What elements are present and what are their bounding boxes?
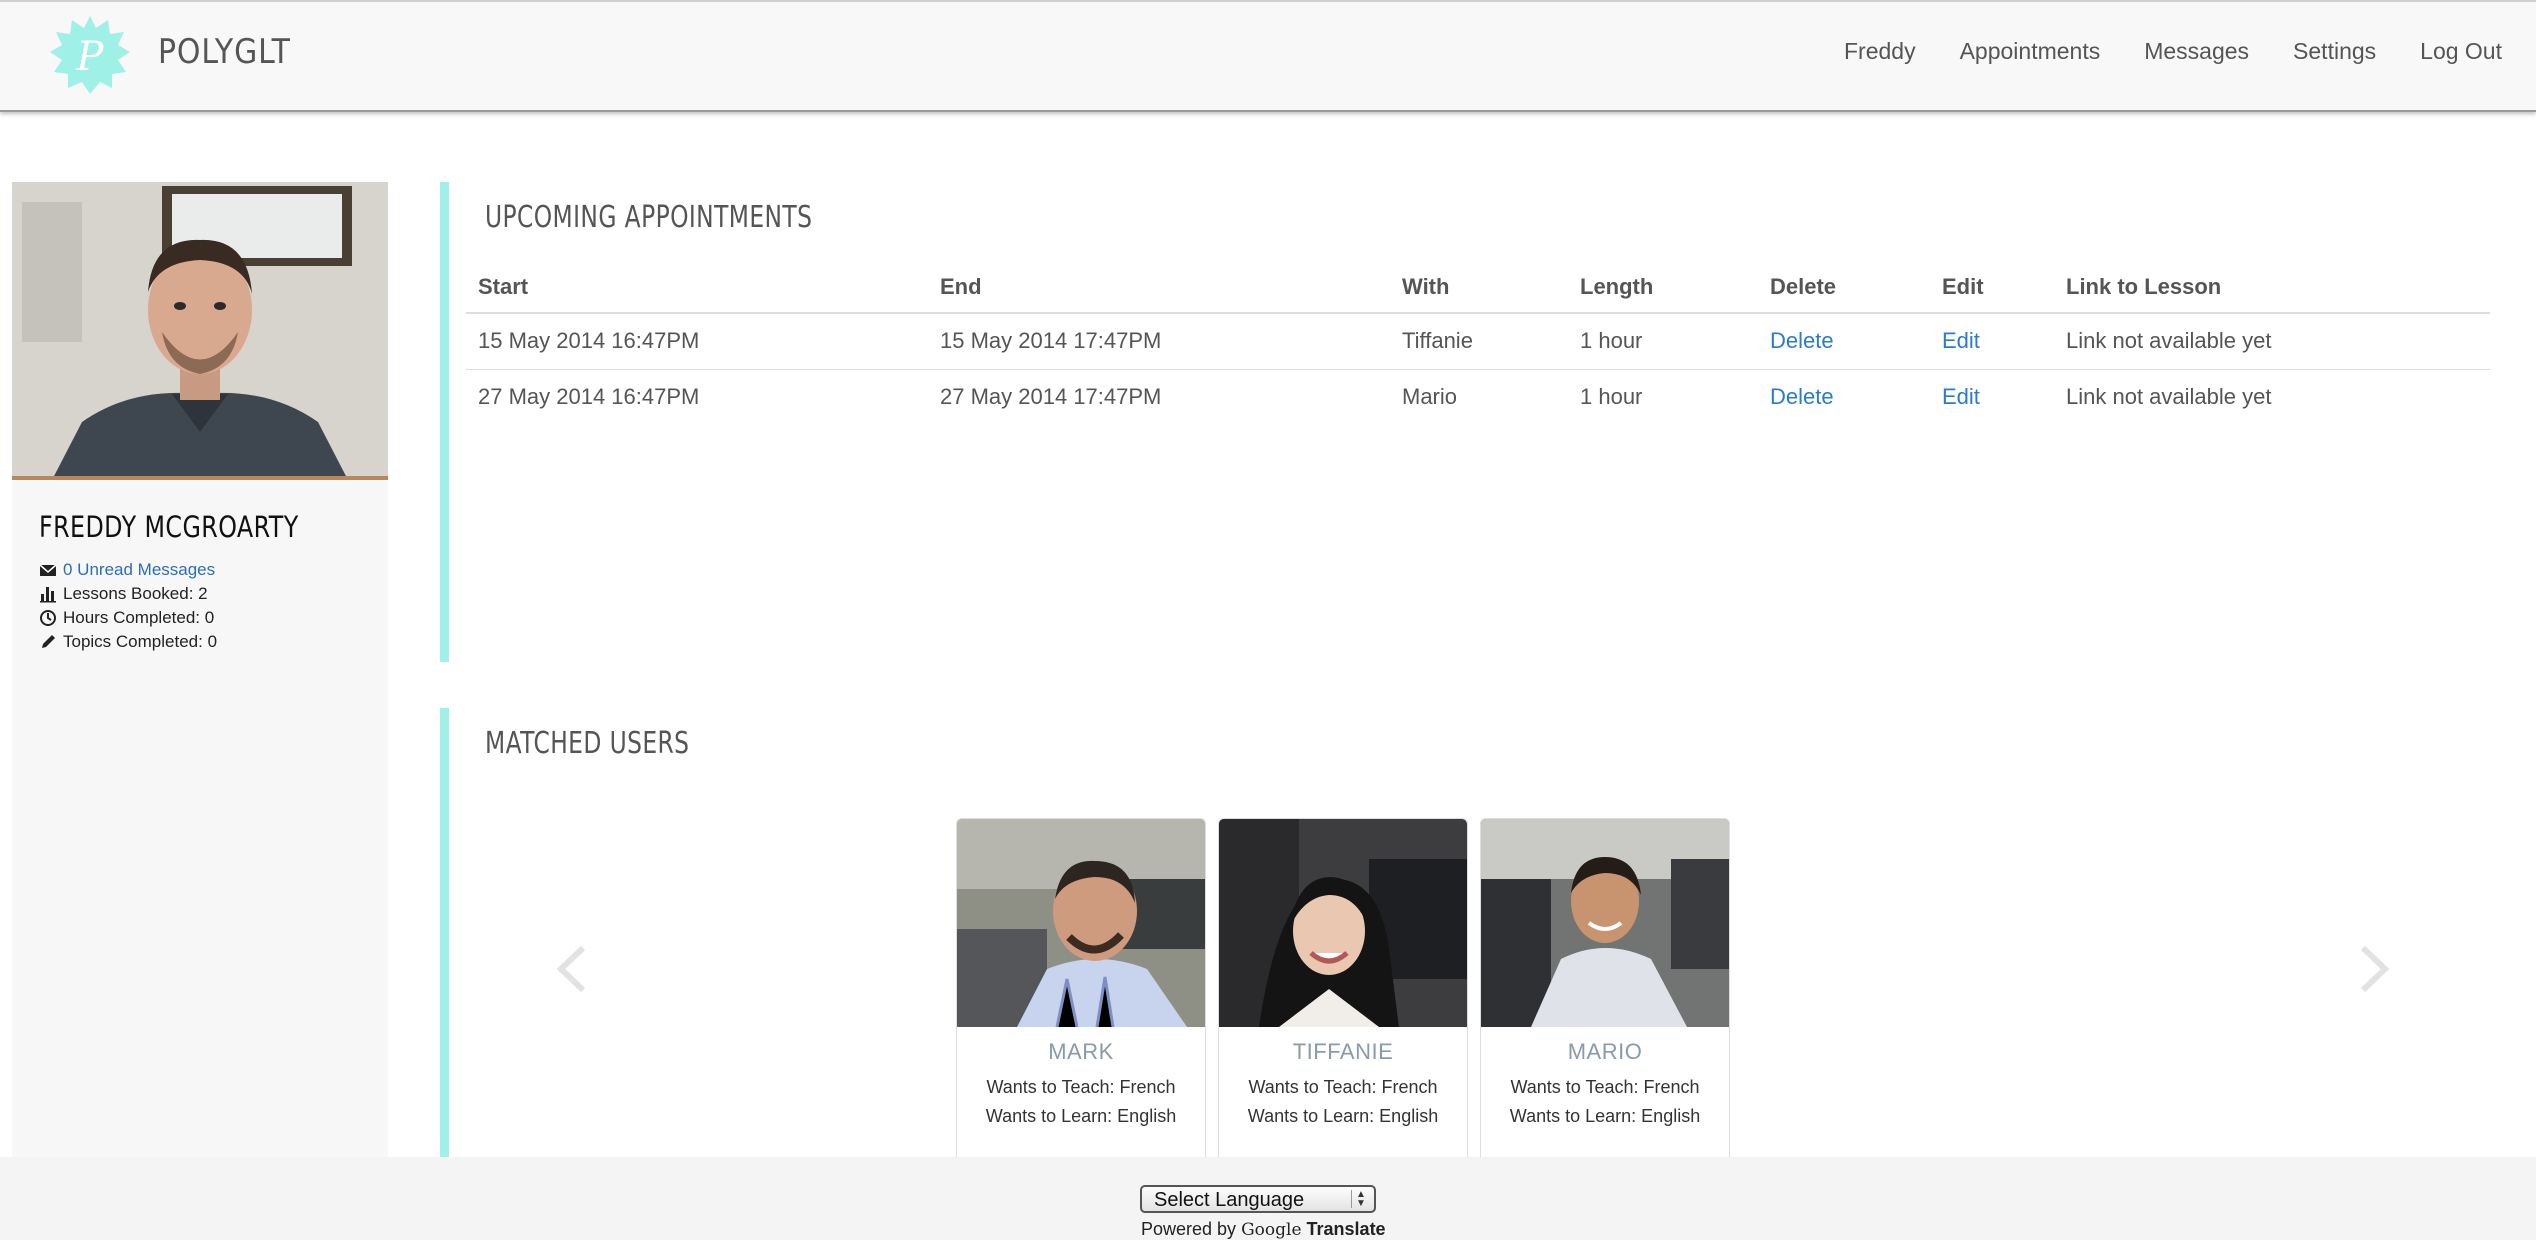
delete-link[interactable]: Delete bbox=[1770, 328, 1834, 353]
footer: Select Language ▲ ▼ Powered by Google Tra… bbox=[0, 1157, 2536, 1240]
polyglt-logo-icon[interactable]: P bbox=[48, 14, 132, 98]
user-name: MARIO bbox=[1567, 1039, 1643, 1064]
profile-sidebar: FREDDY MCGROARTY 0 Unread Messages Lesso… bbox=[12, 182, 388, 1157]
profile-name: FREDDY MCGROARTY bbox=[39, 510, 299, 544]
cell-edit: Edit bbox=[1930, 370, 2054, 426]
nav-item-messages[interactable]: Messages bbox=[2144, 38, 2249, 65]
cell-start: 27 May 2014 16:47PM bbox=[478, 384, 700, 409]
user-card-mario[interactable]: MARIO Wants to Teach: French Wants to Le… bbox=[1480, 818, 1730, 1160]
cell-with: Tiffanie bbox=[1390, 313, 1568, 370]
col-link: Link to Lesson bbox=[2054, 264, 2490, 314]
wants-to-teach: Wants to Teach: French bbox=[1510, 1077, 1700, 1097]
col-delete: Delete bbox=[1758, 264, 1930, 314]
cell-delete: Delete bbox=[1758, 370, 1930, 426]
user-photo bbox=[957, 819, 1205, 1027]
cell-link: Link not available yet bbox=[2066, 384, 2272, 409]
cell-start: 15 May 2014 16:47PM bbox=[466, 313, 928, 370]
topics-completed: Topics Completed: 0 bbox=[63, 632, 218, 651]
user-photo bbox=[1219, 819, 1467, 1027]
select-arrows-icon: ▲ ▼ bbox=[1351, 1190, 1370, 1209]
edit-link[interactable]: Edit bbox=[1942, 384, 1980, 409]
hours-completed: Hours Completed: 0 bbox=[63, 608, 215, 627]
table-row: 15 May 2014 16:47PM 15 May 2014 17:47PM … bbox=[466, 313, 2490, 370]
top-navbar: P POLYGLT Freddy Appointments Messages S… bbox=[0, 0, 2536, 112]
language-select-value: Select Language bbox=[1154, 1189, 1305, 1211]
pencil-icon bbox=[42, 635, 55, 648]
cell-end: 27 May 2014 17:47PM bbox=[940, 384, 1162, 409]
unread-messages-link[interactable]: 0 Unread Messages bbox=[63, 558, 215, 582]
user-card-tiffanie[interactable]: TIFFANIE Wants to Teach: French Wants to… bbox=[1218, 818, 1468, 1160]
wants-to-teach: Wants to Teach: French bbox=[1248, 1077, 1438, 1097]
table-header-row: Start End With Length Delete Edit Link t… bbox=[466, 264, 2490, 314]
cell-with: Mario bbox=[1402, 384, 1458, 409]
col-start: Start bbox=[466, 264, 928, 314]
wants-to-learn: Wants to Learn: English bbox=[1247, 1106, 1439, 1126]
nav-item-freddy[interactable]: Freddy bbox=[1844, 38, 1916, 65]
cell-edit: Edit bbox=[1930, 313, 2054, 370]
appointments-panel: UPCOMING APPOINTMENTS Start End With Len… bbox=[440, 182, 2499, 662]
col-length: Length bbox=[1568, 264, 1758, 314]
user-name: MARK bbox=[1048, 1039, 1114, 1064]
powered-by-label: Powered by bbox=[1141, 1219, 1237, 1239]
nav-item-settings[interactable]: Settings bbox=[2293, 38, 2376, 65]
translate-link[interactable]: Translate bbox=[1307, 1219, 1386, 1239]
wants-to-learn: Wants to Learn: English bbox=[985, 1106, 1177, 1126]
delete-link[interactable]: Delete bbox=[1770, 384, 1834, 409]
user-card-mark[interactable]: MARK Wants to Teach: French Wants to Lea… bbox=[956, 818, 1206, 1160]
user-photo bbox=[1481, 819, 1729, 1027]
cell-end: 15 May 2014 17:47PM bbox=[928, 313, 1390, 370]
profile-stats: 0 Unread Messages Lessons Booked: 2 Hour… bbox=[39, 558, 217, 654]
table-row: 27 May 2014 16:47PM 27 May 2014 17:47PM … bbox=[466, 370, 2490, 426]
matched-users-carousel: MARK Wants to Teach: French Wants to Lea… bbox=[956, 818, 1730, 1160]
language-select[interactable]: Select Language ▲ ▼ bbox=[1140, 1185, 1376, 1213]
profile-avatar bbox=[12, 182, 388, 480]
wants-to-teach: Wants to Teach: French bbox=[986, 1077, 1176, 1097]
main-nav: Freddy Appointments Messages Settings Lo… bbox=[1800, 38, 2502, 65]
appointments-table: Start End With Length Delete Edit Link t… bbox=[466, 264, 2490, 425]
cell-length: 1 hour bbox=[1568, 313, 1758, 370]
powered-by-google-translate: Powered by Google Translate bbox=[1141, 1219, 1386, 1240]
svg-text:P: P bbox=[76, 34, 105, 80]
carousel-prev-icon[interactable] bbox=[555, 944, 589, 994]
cell-delete: Delete bbox=[1758, 313, 1930, 370]
matched-users-title: MATCHED USERS bbox=[485, 726, 690, 761]
carousel-next-icon[interactable] bbox=[2357, 944, 2391, 994]
col-with: With bbox=[1390, 264, 1568, 314]
nav-item-appointments[interactable]: Appointments bbox=[1960, 38, 2101, 65]
matched-users-panel: MATCHED USERS MARK Wants to Teach: Frenc… bbox=[440, 708, 2499, 1160]
envelope-icon bbox=[39, 564, 57, 576]
cell-link: Link not available yet bbox=[2054, 313, 2490, 370]
appointments-title: UPCOMING APPOINTMENTS bbox=[485, 200, 813, 235]
nav-item-logout[interactable]: Log Out bbox=[2420, 38, 2502, 65]
cell-length: 1 hour bbox=[1580, 384, 1643, 409]
google-logo: Google bbox=[1241, 1220, 1302, 1240]
clock-icon bbox=[40, 610, 56, 626]
user-name: TIFFANIE bbox=[1292, 1039, 1394, 1064]
col-end: End bbox=[928, 264, 1390, 314]
col-edit: Edit bbox=[1930, 264, 2054, 314]
bar-chart-icon bbox=[40, 587, 56, 603]
edit-link[interactable]: Edit bbox=[1942, 328, 1980, 353]
lessons-booked: Lessons Booked: 2 bbox=[63, 584, 208, 603]
wants-to-learn: Wants to Learn: English bbox=[1509, 1106, 1701, 1126]
brand-name[interactable]: POLYGLT bbox=[158, 32, 291, 72]
